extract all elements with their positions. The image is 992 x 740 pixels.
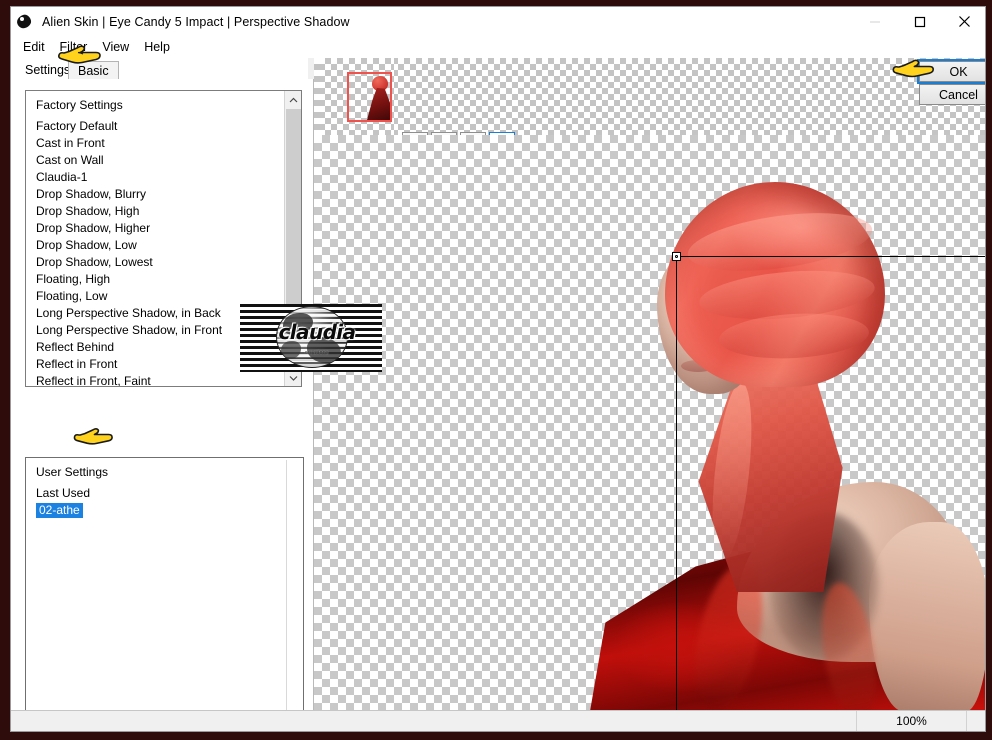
- title-bar: Alien Skin | Eye Candy 5 Impact | Perspe…: [11, 7, 985, 36]
- menu-bar: Edit Filter View Help: [11, 36, 985, 58]
- list-item[interactable]: Drop Shadow, Higher: [26, 220, 285, 237]
- list-item[interactable]: Cast on Wall: [26, 152, 285, 169]
- minimize-icon[interactable]: [852, 7, 897, 36]
- user-settings-items: User Settings Last Used 02-athe: [26, 458, 303, 519]
- scrollbar-thumb[interactable]: [286, 109, 301, 315]
- preview-area: Preview Background: None OK Cancel: [314, 58, 985, 712]
- user-settings-header: User Settings: [36, 465, 109, 479]
- zoom-level-indicator: 100%: [857, 711, 967, 731]
- list-item[interactable]: Claudia-1: [26, 169, 285, 186]
- menu-item-filter[interactable]: Filter: [54, 38, 97, 56]
- list-item[interactable]: Drop Shadow, Lowest: [26, 254, 285, 271]
- list-item[interactable]: Drop Shadow, High: [26, 203, 285, 220]
- application-window-frame: Alien Skin | Eye Candy 5 Impact | Perspe…: [0, 0, 992, 740]
- list-item-selected[interactable]: 02-athe: [26, 502, 303, 519]
- selected-preset-label: 02-athe: [36, 503, 83, 518]
- list-item[interactable]: Floating, Low: [26, 288, 285, 305]
- preview-canvas[interactable]: [314, 135, 985, 712]
- user-list-divider: [286, 460, 287, 731]
- close-icon[interactable]: [942, 7, 985, 36]
- resize-grip[interactable]: [967, 711, 985, 731]
- watermark-subtext: creations: [305, 350, 329, 356]
- list-item[interactable]: Drop Shadow, Low: [26, 237, 285, 254]
- maximize-icon[interactable]: [897, 7, 942, 36]
- list-item[interactable]: Drop Shadow, Blurry: [26, 186, 285, 203]
- selection-marquee-horizontal[interactable]: [676, 256, 985, 257]
- menu-item-edit[interactable]: Edit: [17, 38, 54, 56]
- thumbnail-figure: [364, 74, 390, 120]
- preview-thumbnail[interactable]: [319, 58, 394, 135]
- list-item[interactable]: Cast in Front: [26, 135, 285, 152]
- window-title: Alien Skin | Eye Candy 5 Impact | Perspe…: [42, 14, 350, 29]
- list-item[interactable]: Factory Default: [26, 118, 285, 135]
- claudia-watermark: claudia creations: [240, 304, 382, 372]
- tab-basic[interactable]: Basic: [68, 61, 119, 79]
- model-photo: [569, 182, 985, 712]
- watermark-text: claudia: [278, 320, 357, 344]
- status-bar: 100%: [11, 710, 985, 731]
- application-window: Alien Skin | Eye Candy 5 Impact | Perspe…: [10, 6, 986, 732]
- thumbnail-strip: [314, 58, 985, 135]
- menu-item-help[interactable]: Help: [138, 38, 179, 56]
- factory-settings-header: Factory Settings: [36, 98, 123, 112]
- status-message-area: [11, 711, 857, 731]
- chevron-up-icon[interactable]: [285, 91, 301, 108]
- cancel-button[interactable]: Cancel: [919, 84, 985, 105]
- thumbnail-viewport-rect[interactable]: [347, 72, 392, 122]
- user-settings-list[interactable]: User Settings Last Used 02-athe: [25, 457, 304, 731]
- ok-button[interactable]: OK: [917, 59, 985, 84]
- list-item[interactable]: Last Used: [26, 485, 303, 502]
- selection-marquee-vertical[interactable]: [676, 255, 677, 712]
- arm-skin: [869, 522, 985, 712]
- alien-skin-icon: [15, 13, 33, 30]
- list-item[interactable]: Reflect in Front, Faint: [26, 373, 285, 386]
- scarf-drape: [698, 362, 843, 592]
- window-controls: [852, 7, 985, 36]
- settings-panel: Factory Settings Factory Default Cast in…: [11, 79, 314, 731]
- marquee-handle-top-left[interactable]: [672, 252, 681, 261]
- tab-strip: Settings Basic: [11, 58, 308, 79]
- list-item[interactable]: Floating, High: [26, 271, 285, 288]
- menu-item-view[interactable]: View: [96, 38, 138, 56]
